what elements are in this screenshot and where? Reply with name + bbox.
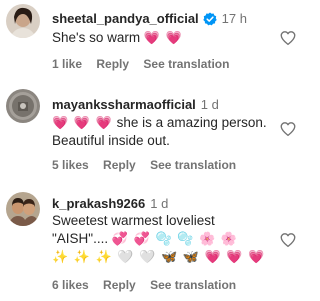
comment-body-line1: Sweetest warmest loveliest	[52, 213, 215, 228]
emoji-sequence: 💞 💞 🫧 🫧 🌸 🌸	[111, 231, 239, 246]
avatar[interactable]	[6, 89, 40, 123]
like-heart-icon[interactable]	[279, 231, 297, 249]
likes-count[interactable]: 1 like	[52, 57, 82, 71]
heart-emojis: 💗 💗 💗	[52, 115, 113, 130]
likes-count[interactable]: 5 likes	[52, 158, 89, 172]
like-heart-icon[interactable]	[279, 29, 297, 47]
avatar[interactable]	[6, 4, 40, 38]
see-translation-button[interactable]: See translation	[150, 158, 236, 172]
like-heart-icon[interactable]	[279, 120, 297, 138]
comment-text: She's so warm 💗 💗	[52, 29, 267, 47]
comment-text: 💗 💗 💗 she is a amazing person. Beautiful…	[52, 114, 267, 150]
username[interactable]: sheetal_pandya_official	[52, 11, 199, 26]
verified-badge-icon	[202, 12, 217, 26]
likes-count[interactable]: 6 likes	[52, 278, 89, 292]
comment-actions: 1 like Reply See translation	[52, 57, 240, 71]
comment-header: mayankssharmaofficial 1 d	[52, 97, 219, 112]
comment-actions: 6 likes Reply See translation	[52, 278, 247, 292]
username[interactable]: k_prakash9266	[52, 196, 145, 211]
see-translation-button[interactable]: See translation	[143, 57, 229, 71]
comment-actions: 5 likes Reply See translation	[52, 158, 247, 172]
avatar[interactable]	[6, 192, 40, 226]
comment-time[interactable]: 17 h	[222, 11, 247, 26]
comment-header: k_prakash9266 1 d	[52, 196, 168, 211]
comment-text: Sweetest warmest loveliest "AISH".... 💞 …	[52, 212, 267, 248]
comment-body-line2: "AISH"....	[52, 231, 109, 246]
emoji-row: ✨ ✨ ✨ 🤍 🤍 🦋 🦋 💗 💗 💗	[52, 249, 265, 265]
comment-time[interactable]: 1 d	[150, 196, 168, 211]
comment-body-line1: she is a amazing person.	[116, 115, 267, 130]
see-translation-button[interactable]: See translation	[150, 278, 236, 292]
emoji-sequence: ✨ ✨ ✨ 🤍 🤍 🦋 🦋 💗 💗 💗	[52, 249, 266, 264]
reply-button[interactable]: Reply	[103, 158, 136, 172]
heart-emojis: 💗 💗	[143, 30, 183, 45]
comment-header: sheetal_pandya_official 17 h	[52, 11, 247, 26]
reply-button[interactable]: Reply	[103, 278, 136, 292]
comment-body-line2: Beautiful inside out.	[52, 133, 170, 148]
reply-button[interactable]: Reply	[96, 57, 129, 71]
comment-time[interactable]: 1 d	[201, 97, 219, 112]
comment-body: She's so warm	[52, 30, 141, 45]
username[interactable]: mayankssharmaofficial	[52, 97, 196, 112]
